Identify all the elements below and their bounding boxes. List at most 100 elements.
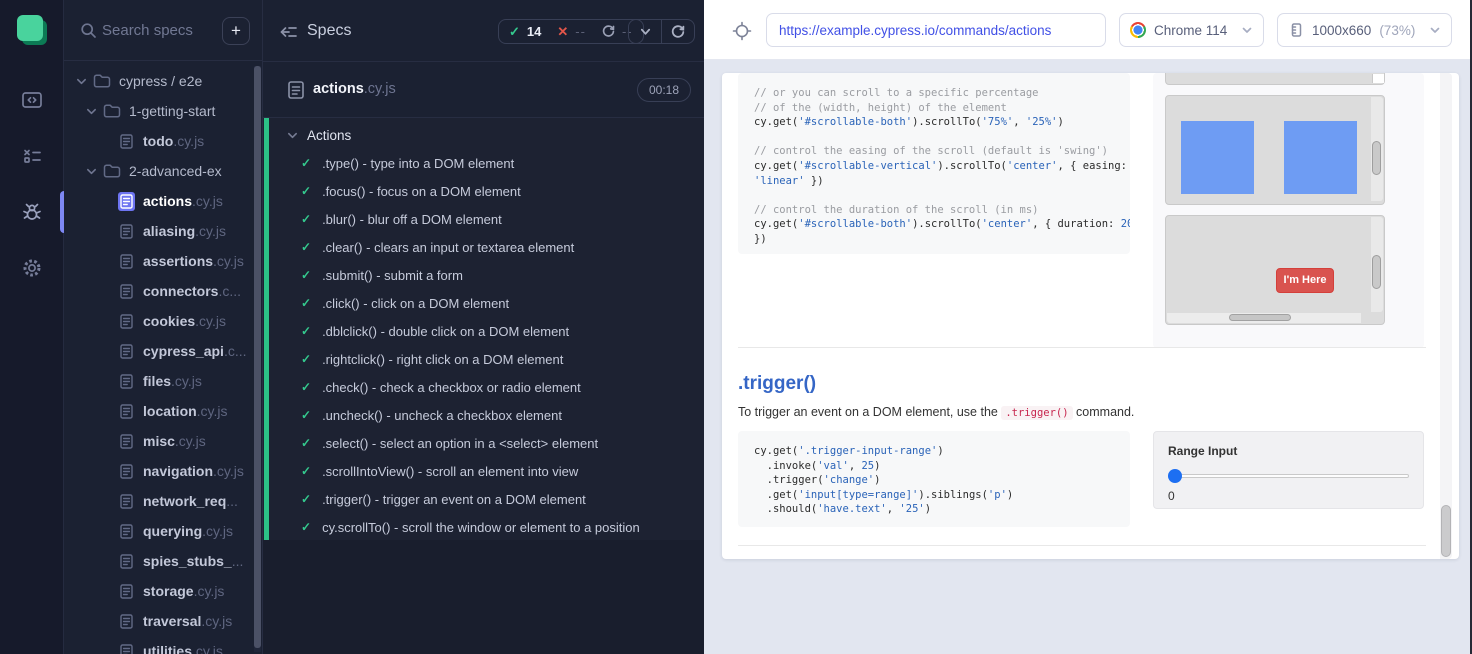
scrollbar-thumb[interactable]	[1372, 255, 1381, 289]
test-row[interactable]: ✓.uncheck() - uncheck a checkbox element	[263, 401, 704, 429]
tree-row[interactable]: location.cy.js	[64, 396, 262, 426]
code-token: 'center'	[1007, 160, 1058, 172]
collapse-all-button[interactable]	[629, 20, 661, 43]
rail-item-settings[interactable]	[0, 246, 64, 290]
scrollable-both-box[interactable]	[1165, 95, 1385, 205]
im-here-button[interactable]: I'm Here	[1276, 268, 1334, 293]
url-bar[interactable]: https://example.cypress.io/commands/acti…	[766, 13, 1106, 47]
passed-check-icon: ✓	[301, 464, 311, 478]
description-text: command.	[1073, 405, 1135, 419]
tree-row[interactable]: network_req...	[64, 486, 262, 516]
scrollbar-thumb[interactable]	[1229, 314, 1291, 321]
range-input-slider[interactable]	[1168, 469, 1409, 483]
test-row[interactable]: ✓cy.scrollTo() - scroll the window or el…	[263, 513, 704, 541]
code-token: .trigger(	[754, 474, 824, 486]
test-stats: ✓ 14 ✕ -- --	[498, 19, 644, 44]
debug-bug-icon	[20, 200, 44, 224]
test-row[interactable]: ✓.focus() - focus on a DOM element	[263, 177, 704, 205]
spec-file-icon	[118, 372, 135, 391]
viewport-size-dropdown[interactable]: 1000x660 (73%)	[1277, 13, 1452, 47]
tree-row[interactable]: cypress_api.c...	[64, 336, 262, 366]
selector-playground-icon[interactable]	[732, 21, 752, 41]
folder-name: cypress / e2e	[119, 73, 202, 89]
spec-file-icon	[118, 402, 135, 421]
test-row[interactable]: ✓.blur() - blur off a DOM element	[263, 205, 704, 233]
tree-row[interactable]: traversal.cy.js	[64, 606, 262, 636]
tree-row[interactable]: actions.cy.js	[64, 186, 262, 216]
new-spec-button[interactable]: +	[222, 17, 250, 45]
slider-thumb[interactable]	[1168, 469, 1182, 483]
code-token: ,	[1013, 116, 1026, 128]
code-line: .invoke('val', 25)	[754, 459, 1114, 474]
suite-header[interactable]: Actions	[263, 122, 704, 149]
test-row[interactable]: ✓.trigger() - trigger an event on a DOM …	[263, 485, 704, 513]
code-token: 'center'	[982, 218, 1033, 230]
passed-check-icon: ✓	[301, 408, 311, 422]
pending-refresh-icon	[602, 25, 615, 38]
trigger-section-heading[interactable]: .trigger()	[738, 373, 816, 395]
tree-row[interactable]: navigation.cy.js	[64, 456, 262, 486]
chevron-down-icon	[76, 76, 87, 87]
tree-row[interactable]: connectors.c...	[64, 276, 262, 306]
test-row[interactable]: ✓.dblclick() - double click on a DOM ele…	[263, 317, 704, 345]
tree-row[interactable]: storage.cy.js	[64, 576, 262, 606]
test-row[interactable]: ✓.select() - select an option in a <sele…	[263, 429, 704, 457]
file-name: misc	[143, 433, 175, 449]
scrollable-target-box[interactable]: I'm Here	[1165, 215, 1385, 325]
tree-scrollbar-thumb[interactable]	[254, 66, 261, 648]
code-line	[754, 188, 1114, 203]
test-row[interactable]: ✓.type() - type into a DOM element	[263, 149, 704, 177]
collapse-panel-icon[interactable]	[279, 23, 298, 41]
file-name: network_req	[143, 493, 226, 509]
demo-vertical-scrollbar[interactable]	[1371, 217, 1383, 312]
rerun-tests-button[interactable]	[661, 20, 694, 43]
test-row[interactable]: ✓ .scrollIntoView() - scroll an element i…	[263, 457, 704, 485]
cypress-logo[interactable]	[17, 15, 47, 45]
demo-horizontal-scrollbar[interactable]	[1167, 313, 1361, 323]
aut-page-scrollbar[interactable]	[1440, 73, 1452, 559]
chevron-down-icon	[86, 106, 97, 117]
running-spec-row[interactable]: actions.cy.js 00:18	[263, 62, 704, 118]
file-ext: .cy.js	[202, 523, 233, 539]
rail-item-runs[interactable]	[0, 134, 64, 178]
tree-row[interactable]: 2-advanced-ex	[64, 156, 262, 186]
file-name: cookies	[143, 313, 195, 329]
tree-row[interactable]: 1-getting-start	[64, 96, 262, 126]
spec-file-icon	[118, 132, 135, 151]
test-row[interactable]: ✓.clear() - clears an input or textarea …	[263, 233, 704, 261]
tree-row[interactable]: cookies.cy.js	[64, 306, 262, 336]
tree-row[interactable]: utilities.cy.js	[64, 636, 262, 654]
demo-vertical-scrollbar[interactable]	[1371, 97, 1383, 201]
search-specs-input[interactable]	[102, 14, 242, 46]
tree-scrollbar[interactable]	[254, 66, 261, 652]
browser-version-dropdown[interactable]: Chrome 114	[1119, 13, 1264, 47]
file-name: files	[143, 373, 171, 389]
viewport-ruler-icon	[1288, 22, 1304, 38]
tree-row[interactable]: querying.cy.js	[64, 516, 262, 546]
spec-file-icon	[118, 312, 135, 331]
spec-file-icon	[118, 192, 135, 211]
scrollbar-thumb[interactable]	[1441, 505, 1451, 557]
test-title: .scrollIntoView() - scroll an element in…	[322, 464, 578, 479]
slider-track	[1168, 474, 1409, 478]
rail-item-debug[interactable]	[0, 190, 64, 234]
scrollable-box-partial	[1165, 73, 1385, 85]
spec-file-icon	[118, 282, 135, 301]
code-line: cy.get('.trigger-input-range')	[754, 444, 1114, 459]
tree-row[interactable]: todo.cy.js	[64, 126, 262, 156]
test-row[interactable]: ✓.check() - check a checkbox or radio el…	[263, 373, 704, 401]
code-token: '25%'	[1026, 116, 1058, 128]
tree-row[interactable]: files.cy.js	[64, 366, 262, 396]
file-name: location	[143, 403, 197, 419]
spec-search-bar: +	[64, 0, 262, 61]
test-row[interactable]: ✓.submit() - submit a form	[263, 261, 704, 289]
tree-row[interactable]: misc.cy.js	[64, 426, 262, 456]
test-row[interactable]: ✓.click() - click on a DOM element	[263, 289, 704, 317]
tree-row[interactable]: spies_stubs_...	[64, 546, 262, 576]
rail-item-specs[interactable]	[0, 78, 64, 122]
tree-row[interactable]: aliasing.cy.js	[64, 216, 262, 246]
tree-row[interactable]: cypress / e2e	[64, 66, 262, 96]
tree-row[interactable]: assertions.cy.js	[64, 246, 262, 276]
scrollbar-thumb[interactable]	[1372, 141, 1381, 175]
test-row[interactable]: ✓.rightclick() - right click on a DOM el…	[263, 345, 704, 373]
